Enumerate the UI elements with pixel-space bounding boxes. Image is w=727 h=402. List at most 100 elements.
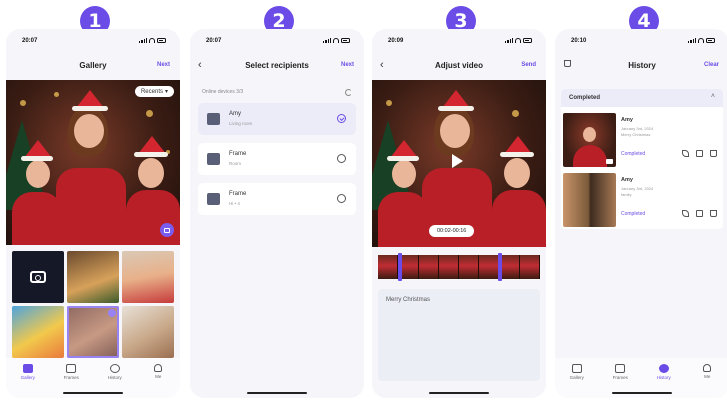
tab-label: History	[656, 375, 671, 380]
recents-dropdown[interactable]: Recents ▾	[134, 86, 174, 97]
message-input[interactable]: Merry Christmas	[378, 289, 540, 381]
photo-preview: Recents ▾	[6, 80, 180, 245]
radio-unchecked-icon[interactable]	[337, 194, 346, 203]
status-time: 20:07	[22, 38, 38, 44]
home-indicator	[429, 392, 489, 394]
history-date: January 3rd, 2024	[621, 126, 654, 131]
page-title: Gallery	[79, 61, 107, 70]
send-button[interactable]: Send	[521, 62, 536, 68]
recipient-item[interactable]: Frame Room	[198, 143, 356, 175]
history-section: Completed ˄ Amy January 3rd, 2024 Merry …	[561, 89, 723, 229]
history-item[interactable]: Amy January 3rd, 2024 family Completed	[561, 171, 723, 229]
play-icon[interactable]	[452, 154, 463, 168]
next-button[interactable]: Next	[157, 62, 170, 68]
history-item[interactable]: Amy January 3rd, 2024 Merry Christmas Co…	[561, 111, 723, 169]
photo-face	[504, 158, 530, 188]
send-icon[interactable]	[682, 150, 689, 157]
history-recipient: Amy	[621, 177, 633, 183]
status-time: 20:09	[388, 38, 404, 44]
timeline-frame	[438, 255, 459, 279]
frame-device-icon	[207, 193, 220, 205]
tab-me[interactable]: Me	[140, 364, 176, 398]
video-timeline[interactable]	[378, 255, 540, 279]
status-time: 20:07	[206, 38, 222, 44]
frames-icon	[615, 364, 626, 373]
page-title: History	[628, 61, 656, 70]
photo-hat-rim	[21, 156, 53, 161]
trim-handle-start[interactable]	[398, 253, 402, 281]
tab-gallery[interactable]: Gallery	[10, 364, 46, 398]
gallery-thumbnail-selected[interactable]	[67, 306, 119, 358]
radio-checked-icon[interactable]	[337, 114, 346, 123]
crop-button[interactable]	[160, 223, 174, 237]
photo-light	[146, 110, 153, 117]
resend-icon[interactable]	[696, 210, 703, 217]
photo-light	[54, 92, 59, 97]
battery-icon	[523, 38, 532, 43]
status-bar: 20:07	[190, 36, 364, 48]
tab-label: Frames	[612, 375, 628, 380]
status-badge: Completed	[621, 151, 646, 157]
photo-body	[126, 190, 180, 245]
photo-face	[138, 158, 164, 188]
gallery-thumbnail[interactable]	[122, 251, 174, 303]
history-thumbnail	[563, 173, 616, 227]
timecode-label: 00:02-00:16	[429, 225, 475, 237]
send-icon[interactable]	[682, 210, 689, 217]
camera-button[interactable]	[12, 251, 64, 303]
online-devices-label: Online devices 3/3	[202, 89, 244, 95]
tab-label: Me	[704, 374, 711, 379]
timeline-frame	[499, 255, 520, 279]
signal-icon	[688, 38, 696, 43]
recipient-item[interactable]: Frame Hi • 4	[198, 183, 356, 215]
camera-icon	[30, 271, 46, 283]
battery-icon	[706, 38, 715, 43]
signal-icon	[323, 38, 331, 43]
timeline-frame	[378, 255, 399, 279]
battery-icon	[157, 38, 166, 43]
photo-body	[378, 192, 428, 247]
crop-icon	[164, 227, 170, 233]
page-title: Select recipients	[245, 61, 309, 70]
home-indicator	[612, 392, 672, 394]
history-icon	[658, 364, 669, 373]
photo-grid	[12, 251, 174, 358]
nav-bar: History Clear	[555, 56, 727, 76]
clear-button[interactable]: Clear	[704, 62, 719, 68]
resend-icon[interactable]	[696, 150, 703, 157]
recipient-location: Hi • 4	[229, 201, 240, 206]
person-icon	[703, 364, 712, 372]
nav-bar: ‹ Select recipients Next	[190, 56, 364, 76]
trim-handle-end[interactable]	[498, 253, 502, 281]
history-note: Merry Christmas	[621, 132, 651, 137]
tab-label: Frames	[63, 375, 79, 380]
section-title: Completed	[569, 95, 601, 101]
status-time: 20:10	[571, 38, 587, 44]
gallery-thumbnail[interactable]	[122, 306, 174, 358]
wifi-icon	[333, 38, 339, 43]
status-badge: Completed	[621, 211, 646, 217]
history-recipient: Amy	[621, 117, 633, 123]
delete-icon[interactable]	[710, 150, 717, 157]
gallery-thumbnail[interactable]	[12, 306, 64, 358]
photo-hat-rim	[72, 106, 108, 111]
tab-label: Gallery	[569, 375, 584, 380]
phone-select-recipients-screen: 20:07 ‹ Select recipients Next Online de…	[190, 29, 364, 398]
home-indicator	[247, 392, 307, 394]
gallery-icon	[571, 364, 582, 373]
recipient-item[interactable]: Amy Living room	[198, 103, 356, 135]
tab-gallery[interactable]: Gallery	[559, 364, 595, 398]
gallery-thumbnail[interactable]	[67, 251, 119, 303]
tab-label: History	[107, 375, 122, 380]
refresh-icon[interactable]	[345, 89, 352, 96]
delete-icon[interactable]	[710, 210, 717, 217]
photo-face	[583, 127, 596, 142]
radio-unchecked-icon[interactable]	[337, 154, 346, 163]
tab-me[interactable]: Me	[689, 364, 725, 398]
battery-icon	[341, 38, 350, 43]
frame-device-icon	[207, 153, 220, 165]
timeline-frame	[459, 255, 480, 279]
next-button[interactable]: Next	[341, 62, 354, 68]
section-header[interactable]: Completed ˄	[561, 89, 723, 107]
phone-gallery-screen: 20:07 Gallery Next Recents ▾ Gallery Fra…	[6, 29, 180, 398]
